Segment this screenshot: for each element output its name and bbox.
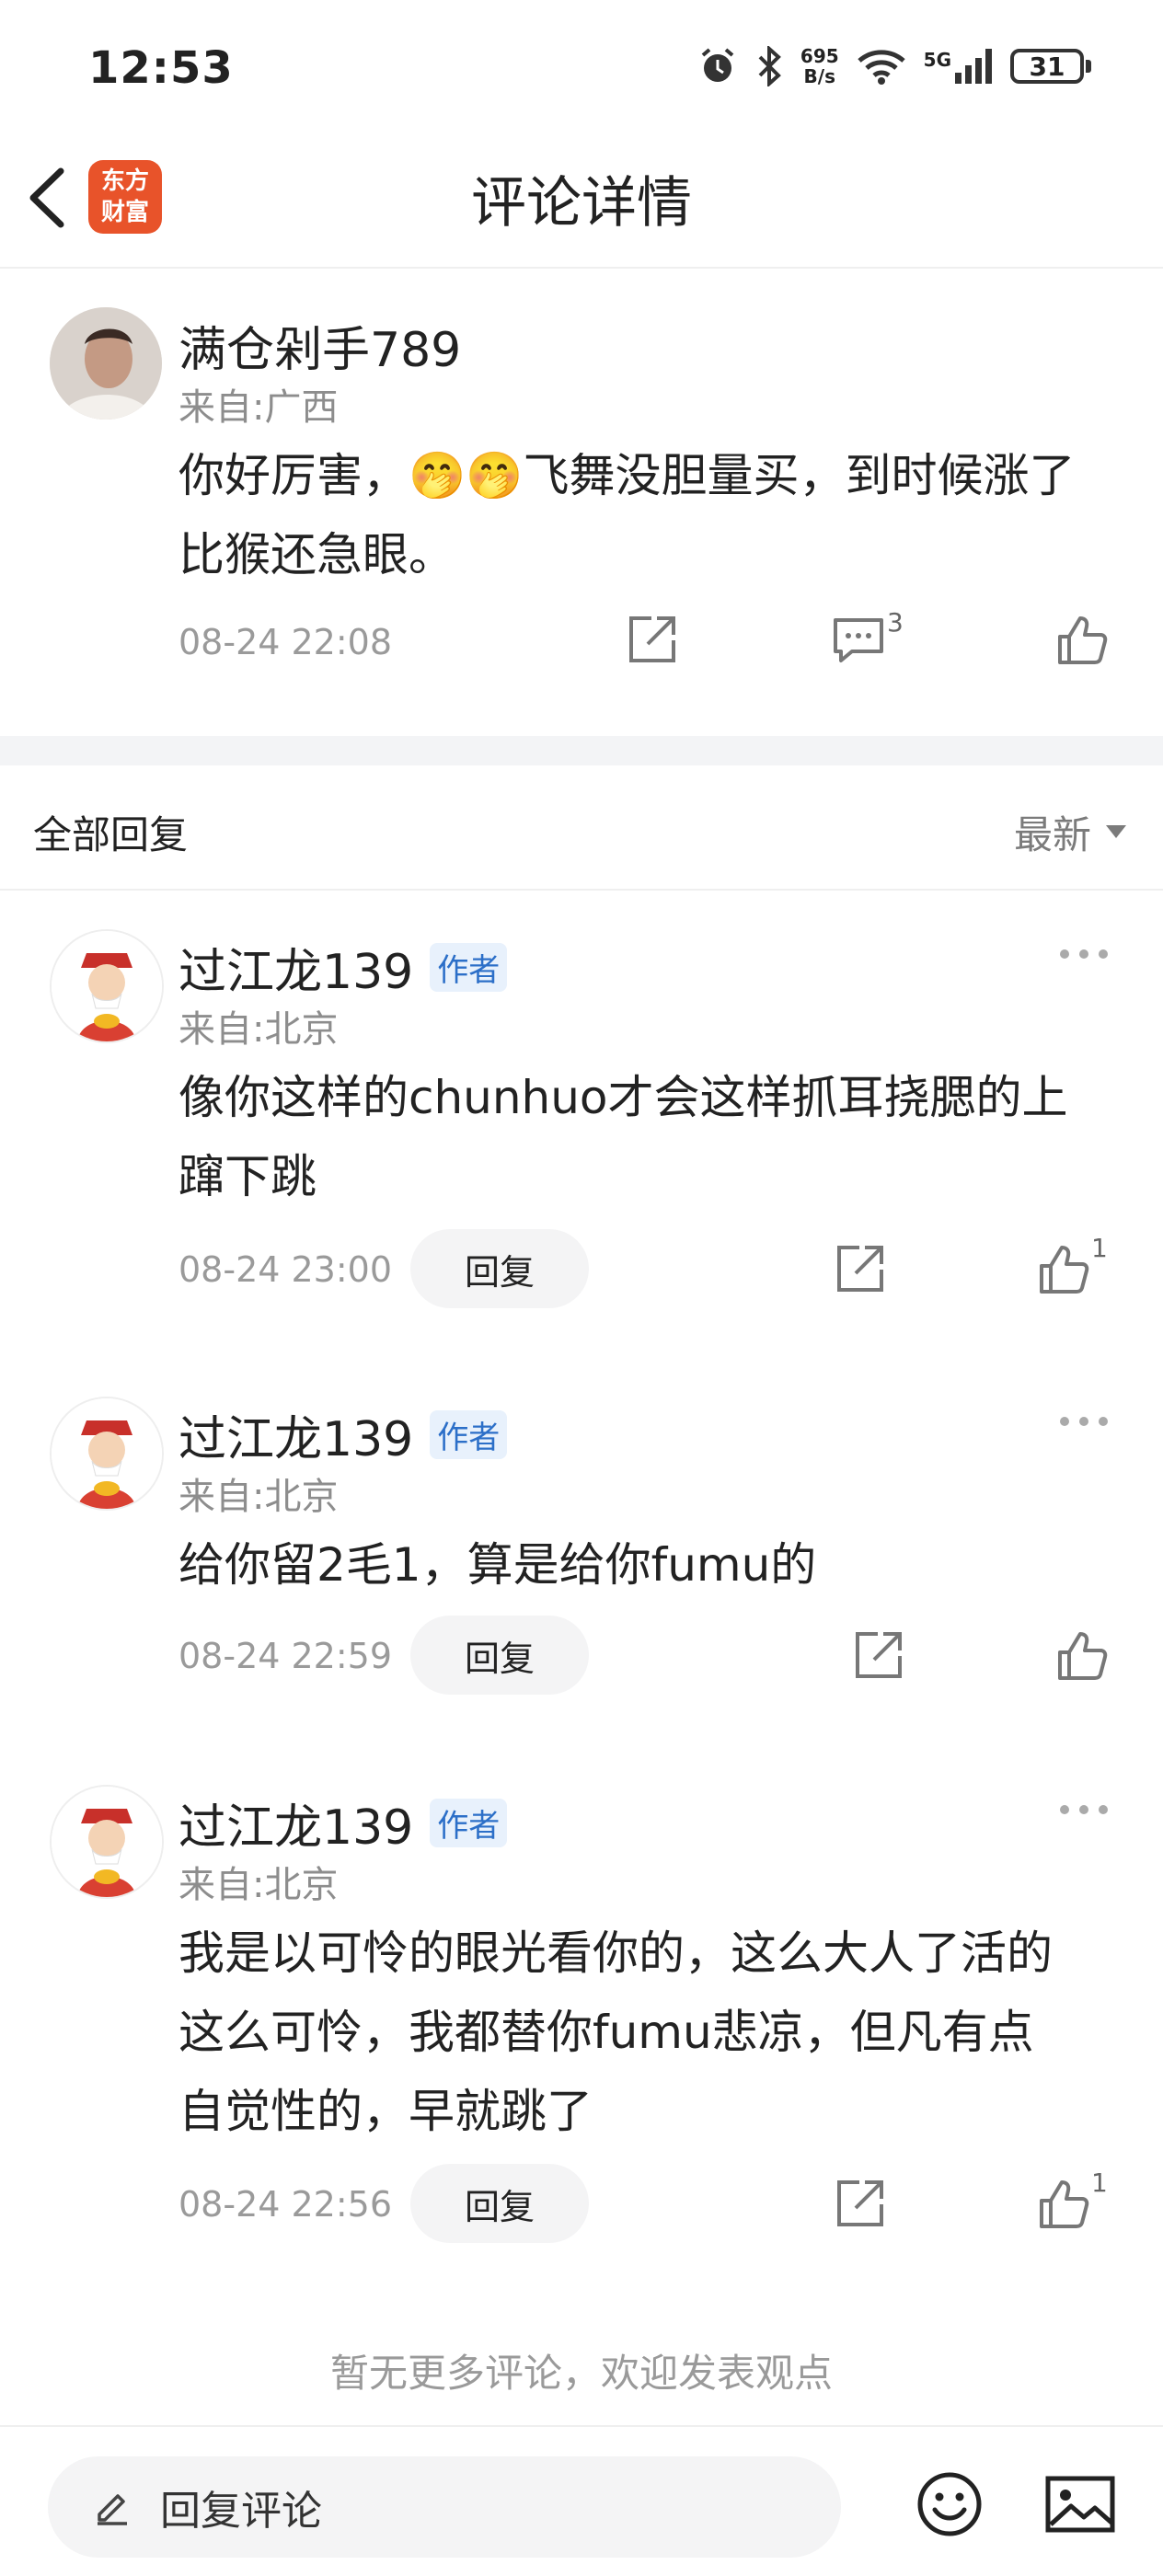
pencil-icon (98, 2494, 127, 2525)
reply-text: 给你留2毛1，算是给你fumu的 (178, 1538, 817, 1592)
all-replies-title: 全部回复 (33, 812, 189, 857)
main-comment-time: 08-24 22:08 (178, 622, 393, 662)
battery-icon: 31 (1010, 49, 1091, 84)
list-divider (0, 889, 1163, 891)
reply-username[interactable]: 过江龙139 (178, 933, 413, 1002)
caret-down-icon (1106, 824, 1126, 838)
emoji-button[interactable] (915, 2469, 985, 2539)
reply-time: 08-24 23:00 (178, 1249, 393, 1290)
image-icon (1045, 2476, 1115, 2533)
thumbs-up-icon (1040, 2180, 1089, 2228)
main-location: 来自:广西 (178, 386, 339, 429)
main-username[interactable]: 满仓剁手789 (178, 311, 461, 380)
like-button[interactable] (1054, 1628, 1108, 1682)
avatar[interactable] (50, 307, 162, 420)
status-time: 12:53 (88, 42, 234, 94)
no-more-comments: 暂无更多评论，欢迎发表观点 (329, 2351, 833, 2396)
thumbs-up-icon (1040, 1246, 1089, 1294)
like-button[interactable] (1054, 613, 1108, 666)
share-button[interactable] (834, 1242, 887, 1295)
cell-signal-icon: 5G (924, 49, 992, 84)
thumbs-up-icon (1058, 1632, 1108, 1680)
avatar[interactable] (50, 1397, 164, 1511)
avatar[interactable] (50, 929, 164, 1043)
share-button[interactable] (834, 2177, 887, 2230)
more-button[interactable] (1058, 948, 1110, 960)
reply-username[interactable]: 过江龙139 (178, 1400, 413, 1469)
like-count: 1 (1091, 1233, 1108, 1263)
bluetooth-icon (758, 46, 781, 86)
alarm-icon (701, 48, 734, 82)
like-count: 1 (1091, 2168, 1108, 2198)
main-comment-text: 你好厉害，🤭🤭飞舞没胆量买，到时候涨了 比猴还急眼。 (178, 449, 1076, 581)
emoji-icon (917, 2472, 982, 2536)
reply-text: 像你这样的chunhuo才会这样抓耳挠腮的上 蹿下跳 (178, 1071, 1068, 1203)
comment-icon (834, 618, 883, 662)
reply-input-placeholder: 回复评论 (160, 2488, 322, 2535)
author-badge: 作者 (430, 1410, 508, 1459)
reply-location: 来自:北京 (178, 1864, 339, 1906)
page-title: 评论详情 (471, 171, 692, 236)
reply-button[interactable]: 回复 (410, 2164, 589, 2243)
sort-dropdown[interactable]: 最新 (1014, 804, 1126, 860)
more-dots-icon (1060, 949, 1108, 959)
avatar[interactable] (50, 1785, 164, 1899)
reply-input[interactable]: 回复评论 (48, 2456, 841, 2558)
thumbs-up-icon (1058, 616, 1108, 664)
more-button[interactable] (1058, 1415, 1110, 1428)
reply-location: 来自:北京 (178, 1008, 339, 1051)
reply-button[interactable]: 回复 (410, 1229, 589, 1308)
share-button[interactable] (852, 1628, 905, 1682)
status-icons: 695 B/s 5G 31 (697, 45, 1091, 87)
wifi-icon (857, 50, 905, 85)
share-button[interactable] (626, 613, 679, 666)
like-button[interactable]: 1 (1036, 2168, 1108, 2230)
net-speed: 695 B/s (800, 45, 839, 87)
share-icon (837, 2180, 883, 2226)
reply-text: 我是以可怜的眼光看你的，这么大人了活的 这么可怜，我都替你fumu悲凉，但凡有点… (178, 1926, 1053, 2138)
reply-time: 08-24 22:56 (178, 2184, 393, 2225)
header-divider (0, 267, 1163, 269)
section-divider (0, 736, 1163, 765)
author-badge: 作者 (430, 943, 508, 992)
author-badge: 作者 (430, 1799, 508, 1847)
image-button[interactable] (1043, 2469, 1117, 2539)
reply-count: 3 (887, 607, 904, 638)
like-button[interactable]: 1 (1036, 1233, 1108, 1295)
bottom-divider (0, 2425, 1163, 2427)
more-dots-icon (1060, 1417, 1108, 1426)
comment-button[interactable]: 3 (832, 607, 904, 666)
more-dots-icon (1060, 1805, 1108, 1814)
reply-username[interactable]: 过江龙139 (178, 1788, 413, 1857)
share-icon (837, 1246, 883, 1292)
sort-label: 最新 (1013, 812, 1091, 857)
reply-time: 08-24 22:59 (178, 1636, 393, 1676)
more-button[interactable] (1058, 1803, 1110, 1816)
share-icon (629, 616, 675, 662)
share-icon (856, 1632, 902, 1678)
reply-button[interactable]: 回复 (410, 1616, 589, 1695)
reply-location: 来自:北京 (178, 1476, 339, 1518)
